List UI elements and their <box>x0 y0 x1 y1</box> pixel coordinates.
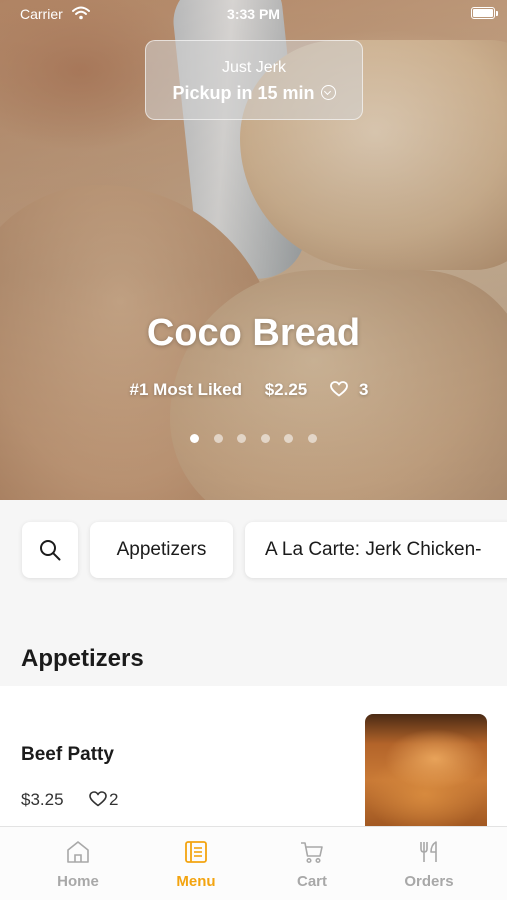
featured-item-title: Coco Bread <box>146 312 361 354</box>
search-button[interactable] <box>22 522 78 578</box>
home-icon <box>67 841 89 863</box>
tab-cart[interactable]: Cart <box>249 827 375 900</box>
menu-item-name: Beef Patty <box>21 744 114 765</box>
featured-price: $2.25 <box>264 380 308 399</box>
heart-icon <box>330 381 348 397</box>
carousel-dot[interactable] <box>190 434 200 443</box>
tab-label: Orders <box>404 873 454 890</box>
featured-hero[interactable]: Carrier 3:33 PM Just Jerk Pickup in 15 m… <box>0 0 507 500</box>
carousel-pagination[interactable] <box>0 430 507 448</box>
heart-icon <box>89 791 107 807</box>
section-title: Appetizers <box>21 645 144 672</box>
status-bar: Carrier 3:33 PM <box>0 0 507 28</box>
menu-item[interactable]: Beef Patty $3.25 2 <box>0 686 507 828</box>
featured-badge: #1 Most Liked <box>129 380 242 399</box>
pickup-selector[interactable]: Just Jerk Pickup in 15 min <box>145 40 363 120</box>
cart-icon <box>301 842 323 864</box>
carousel-dot[interactable] <box>307 434 317 443</box>
carousel-dot[interactable] <box>260 434 270 443</box>
menu-item-image <box>365 714 487 828</box>
tab-home[interactable]: Home <box>15 827 141 900</box>
tab-bar: Home Menu Cart Orders <box>0 826 507 900</box>
menu-item-likes: 2 <box>89 790 118 810</box>
battery-icon <box>471 7 498 19</box>
status-time: 3:33 PM <box>227 6 280 22</box>
carousel-dot[interactable] <box>237 434 247 443</box>
tab-label: Menu <box>176 873 216 890</box>
tab-menu[interactable]: Menu <box>133 827 259 900</box>
store-name: Just Jerk <box>221 59 286 76</box>
pickup-time-label: Pickup in 15 min <box>172 83 336 104</box>
tab-orders[interactable]: Orders <box>366 827 492 900</box>
menu-item-likes-count: 2 <box>109 790 119 809</box>
featured-likes-count: 3 <box>358 380 369 399</box>
featured-likes: 3 <box>330 380 377 399</box>
tab-label: Cart <box>296 873 327 890</box>
carousel-dot[interactable] <box>284 434 294 443</box>
carousel-dot[interactable] <box>213 434 223 443</box>
menu-item-price: $3.25 <box>21 790 64 809</box>
pickup-time-text: Pickup in 15 min <box>172 83 315 103</box>
chevron-down-circle-icon <box>320 85 336 100</box>
tab-label: Home <box>57 873 99 890</box>
category-chip-a-la-carte[interactable]: A La Carte: Jerk Chicken- <box>245 522 507 578</box>
featured-item-meta: #1 Most Liked $2.25 3 <box>0 380 507 400</box>
category-chip-appetizers[interactable]: Appetizers <box>90 522 233 578</box>
menu-book-icon <box>185 841 207 863</box>
category-bar: Appetizers A La Carte: Jerk Chicken- <box>0 500 507 600</box>
fork-knife-icon <box>420 841 437 862</box>
search-icon <box>40 540 61 561</box>
